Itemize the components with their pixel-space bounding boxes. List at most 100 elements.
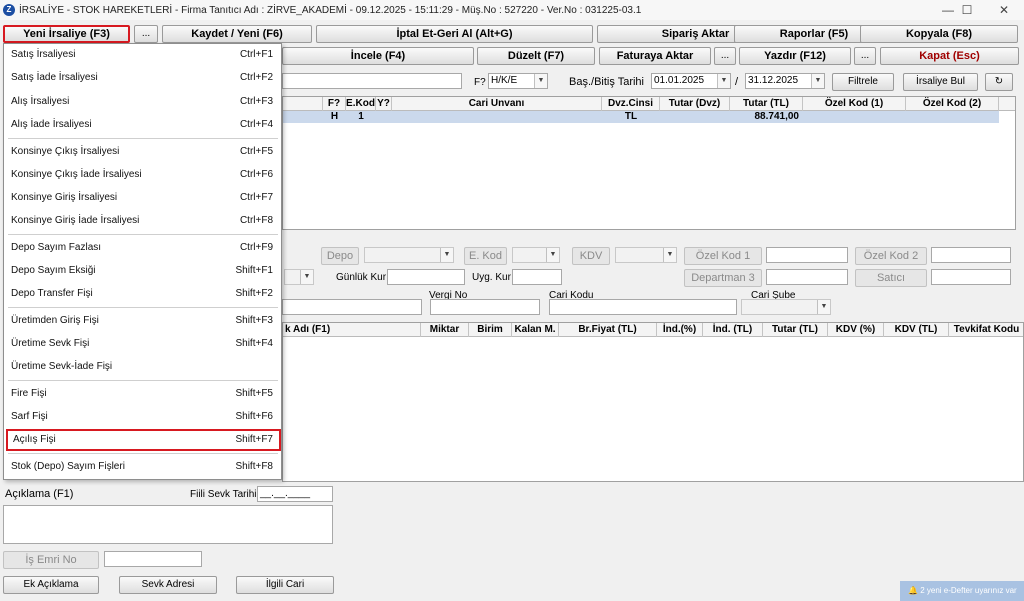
close-button[interactable]: Kapat (Esc)	[880, 47, 1019, 65]
satici-input[interactable]	[931, 269, 1011, 285]
menu-item-fire-fisi[interactable]: Fire Fişi Shift+F5	[4, 383, 281, 405]
col-header[interactable]: Tutar (TL)	[730, 97, 803, 111]
inspect-button[interactable]: İncele (F4)	[282, 47, 474, 65]
fiili-sevk-date-input[interactable]: __.__.____	[257, 486, 333, 502]
col-header[interactable]: Tutar (Dvz)	[660, 97, 730, 111]
chevron-down-icon: ▼	[440, 248, 453, 262]
depo-button[interactable]: Depo	[321, 247, 359, 265]
col-header[interactable]: Miktar	[421, 323, 469, 337]
currency-select[interactable]: ▼	[284, 269, 314, 285]
menu-item-shortcut: Ctrl+F3	[239, 96, 273, 107]
cari-unvan-input[interactable]	[282, 299, 422, 315]
close-window-icon[interactable]: ✕	[987, 0, 1021, 20]
table-row[interactable]: H 1 TL 88.741,00	[283, 111, 999, 123]
more-options-button[interactable]: ...	[134, 25, 158, 43]
col-header[interactable]: KDV (%)	[828, 323, 884, 337]
col-header[interactable]: Br.Fiyat (TL)	[559, 323, 657, 337]
col-header[interactable]: Dvz.Cinsi	[602, 97, 660, 111]
menu-item-depo-sayim-fazlasi[interactable]: Depo Sayım Fazlası Ctrl+F9	[4, 237, 281, 259]
col-header[interactable]: Özel Kod (2)	[906, 97, 999, 111]
menu-item-acilis-fisi[interactable]: Açılış Fişi Shift+F7	[6, 429, 281, 451]
save-new-button[interactable]: Kaydet / Yeni (F6)	[162, 25, 312, 43]
ekod-select[interactable]: ▼	[512, 247, 560, 263]
menu-item-uretimden-giris[interactable]: Üretimden Giriş Fişi Shift+F3	[4, 310, 281, 332]
f-filter-value: H/K/E	[491, 75, 518, 86]
print-more-button[interactable]: ...	[854, 47, 876, 65]
depo-select[interactable]: ▼	[364, 247, 454, 263]
sevk-adresi-button[interactable]: Sevk Adresi	[119, 576, 217, 594]
end-date-input[interactable]: 31.12.2025 ▼	[745, 73, 825, 89]
col-header[interactable]: KDV (TL)	[884, 323, 949, 337]
menu-item-satis-irsaliyesi[interactable]: Satış İrsaliyesi Ctrl+F1	[4, 44, 281, 66]
menu-item-uretime-sevk[interactable]: Üretime Sevk Fişi Shift+F4	[4, 333, 281, 355]
is-emri-button[interactable]: İş Emri No	[3, 551, 99, 569]
irsaliye-list-grid[interactable]: F? E.Kod Y? Cari Unvanı Dvz.Cinsi Tutar …	[282, 96, 1016, 230]
menu-item-konsinye-giris[interactable]: Konsinye Giriş İrsaliyesi Ctrl+F7	[4, 187, 281, 209]
col-header[interactable]: İnd. (TL)	[703, 323, 763, 337]
edit-button[interactable]: Düzelt (F7)	[477, 47, 595, 65]
is-emri-input[interactable]	[104, 551, 202, 567]
start-date-input[interactable]: 01.01.2025 ▼	[651, 73, 731, 89]
col-header[interactable]: Özel Kod (1)	[803, 97, 906, 111]
ekod-button[interactable]: E. Kod	[464, 247, 507, 265]
ozel-kod-1-input[interactable]	[766, 247, 848, 263]
cari-sube-select[interactable]: ▼	[741, 299, 831, 315]
departman-button[interactable]: Departman 3	[684, 269, 762, 287]
cancel-return-button[interactable]: İptal Et-Geri Al (Alt+G)	[316, 25, 593, 43]
kdv-select[interactable]: ▼	[615, 247, 677, 263]
menu-item-konsinye-cikis-iade[interactable]: Konsinye Çıkış İade İrsaliyesi Ctrl+F6	[4, 164, 281, 186]
ek-aciklama-button[interactable]: Ek Açıklama	[3, 576, 99, 594]
notification-toast[interactable]: 🔔 2 yeni e-Defter uyarınız var	[900, 581, 1024, 601]
col-header[interactable]: İnd.(%)	[657, 323, 703, 337]
kdv-button[interactable]: KDV	[572, 247, 610, 265]
cari-kodu-input[interactable]	[549, 299, 737, 315]
ozel-kod-2-input[interactable]	[931, 247, 1011, 263]
col-header[interactable]: Kalan M.	[512, 323, 559, 337]
col-header[interactable]: Y?	[376, 97, 392, 111]
copy-button[interactable]: Kopyala (F8)	[860, 25, 1018, 43]
col-header[interactable]: Cari Unvanı	[392, 97, 602, 111]
menu-item-konsinye-cikis[interactable]: Konsinye Çıkış İrsaliyesi Ctrl+F5	[4, 141, 281, 163]
col-header[interactable]	[283, 97, 323, 111]
menu-item-satis-iade-irsaliyesi[interactable]: Satış İade İrsaliyesi Ctrl+F2	[4, 67, 281, 89]
menu-item-depo-transfer-fisi[interactable]: Depo Transfer Fişi Shift+F2	[4, 283, 281, 305]
menu-item-uretime-sevk-iade[interactable]: Üretime Sevk-İade Fişi	[4, 356, 281, 378]
menu-item-label: Sarf Fişi	[11, 411, 48, 422]
f-filter-select[interactable]: H/K/E ▼	[488, 73, 548, 89]
menu-item-label: Stok (Depo) Sayım Fişleri	[11, 461, 125, 472]
menu-item-stok-sayim-fisleri[interactable]: Stok (Depo) Sayım Fişleri Shift+F8	[4, 456, 281, 478]
invoice-transfer-button[interactable]: Faturaya Aktar	[599, 47, 711, 65]
menu-item-depo-sayim-eksigi[interactable]: Depo Sayım Eksiği Shift+F1	[4, 260, 281, 282]
menu-item-konsinye-giris-iade[interactable]: Konsinye Giriş İade İrsaliyesi Ctrl+F8	[4, 210, 281, 232]
col-header[interactable]: E.Kod	[346, 97, 376, 111]
col-header[interactable]: Tevkifat Kodu	[949, 323, 1023, 337]
find-irsaliye-button[interactable]: İrsaliye Bul	[903, 73, 978, 91]
menu-item-label: Depo Transfer Fişi	[11, 288, 93, 299]
uyg-kur-input[interactable]	[512, 269, 562, 285]
col-header[interactable]: k Adı (F1)	[283, 323, 421, 337]
ozel-kod-2-button[interactable]: Özel Kod 2	[855, 247, 927, 265]
ozel-kod-1-button[interactable]: Özel Kod 1	[684, 247, 762, 265]
departman-input[interactable]	[766, 269, 848, 285]
menu-item-shortcut: Shift+F6	[235, 411, 273, 422]
new-irsaliye-button[interactable]: Yeni İrsaliye (F3)	[3, 25, 130, 43]
invoice-more-button[interactable]: ...	[714, 47, 736, 65]
refresh-icon[interactable]: ↻	[985, 73, 1013, 91]
col-header[interactable]: F?	[323, 97, 346, 111]
filter-button[interactable]: Filtrele	[832, 73, 894, 91]
satici-button[interactable]: Satıcı	[855, 269, 927, 287]
ilgili-cari-button[interactable]: İlgili Cari	[236, 576, 334, 594]
col-header[interactable]: Birim	[469, 323, 512, 337]
aciklama-textarea[interactable]	[3, 505, 333, 544]
print-button[interactable]: Yazdır (F12)	[739, 47, 851, 65]
col-header[interactable]: Tutar (TL)	[763, 323, 828, 337]
gunluk-kur-input[interactable]	[387, 269, 465, 285]
search-input[interactable]	[282, 73, 462, 89]
menu-separator	[8, 138, 278, 139]
maximize-icon[interactable]: ☐	[950, 0, 984, 20]
vergi-no-input[interactable]	[430, 299, 540, 315]
menu-item-alis-irsaliyesi[interactable]: Alış İrsaliyesi Ctrl+F3	[4, 91, 281, 113]
menu-item-alis-iade-irsaliyesi[interactable]: Alış İade İrsaliyesi Ctrl+F4	[4, 114, 281, 136]
menu-item-sarf-fisi[interactable]: Sarf Fişi Shift+F6	[4, 406, 281, 428]
detail-items-grid[interactable]: k Adı (F1) Miktar Birim Kalan M. Br.Fiya…	[282, 322, 1024, 482]
